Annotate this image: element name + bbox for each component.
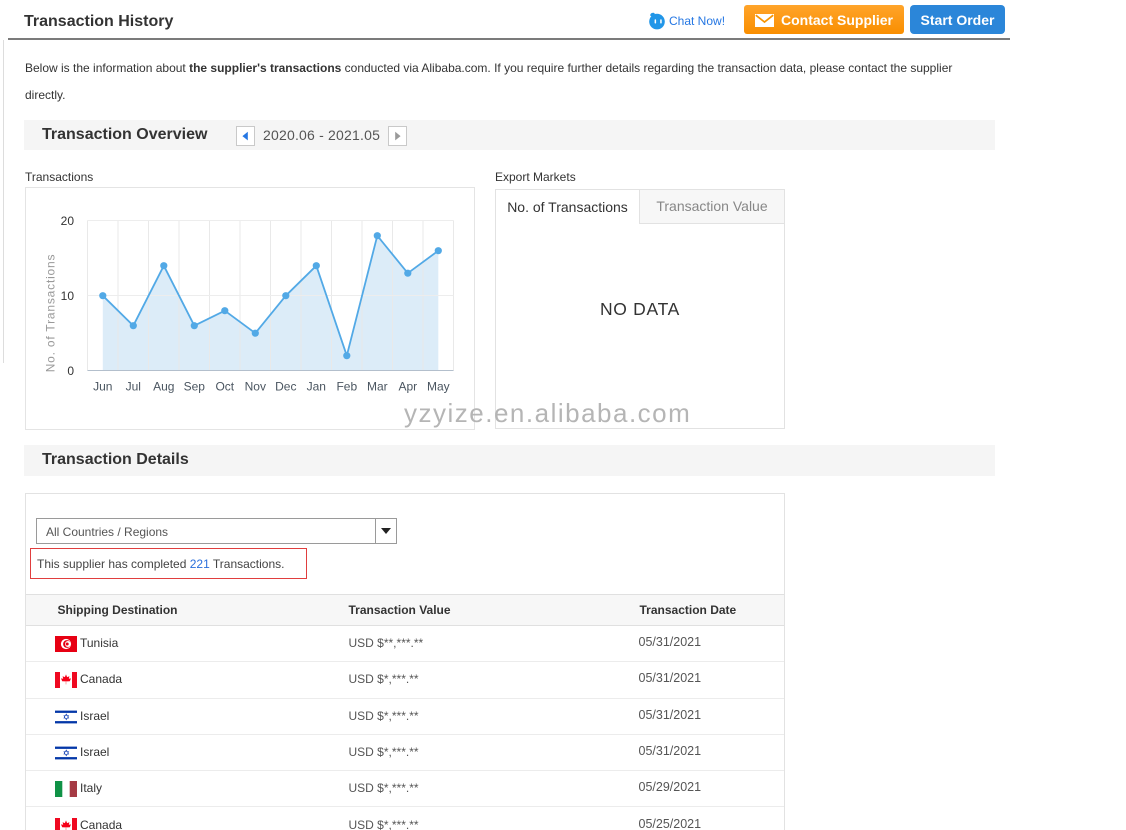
svg-text:Mar: Mar (367, 380, 388, 394)
svg-text:0: 0 (67, 364, 74, 378)
svg-text:Apr: Apr (398, 380, 417, 394)
svg-text:Aug: Aug (153, 380, 174, 394)
svg-text:Jun: Jun (93, 380, 112, 394)
svg-text:Sep: Sep (184, 380, 206, 394)
svg-text:Dec: Dec (275, 380, 296, 394)
svg-text:Feb: Feb (336, 380, 357, 394)
svg-text:20: 20 (61, 214, 75, 228)
svg-text:10: 10 (61, 289, 75, 303)
svg-text:No. of Transactions: No. of Transactions (44, 254, 58, 373)
svg-text:May: May (427, 380, 450, 394)
svg-text:Jul: Jul (126, 380, 141, 394)
svg-text:Jan: Jan (307, 380, 326, 394)
svg-text:Oct: Oct (215, 380, 234, 394)
svg-text:Nov: Nov (245, 380, 266, 394)
